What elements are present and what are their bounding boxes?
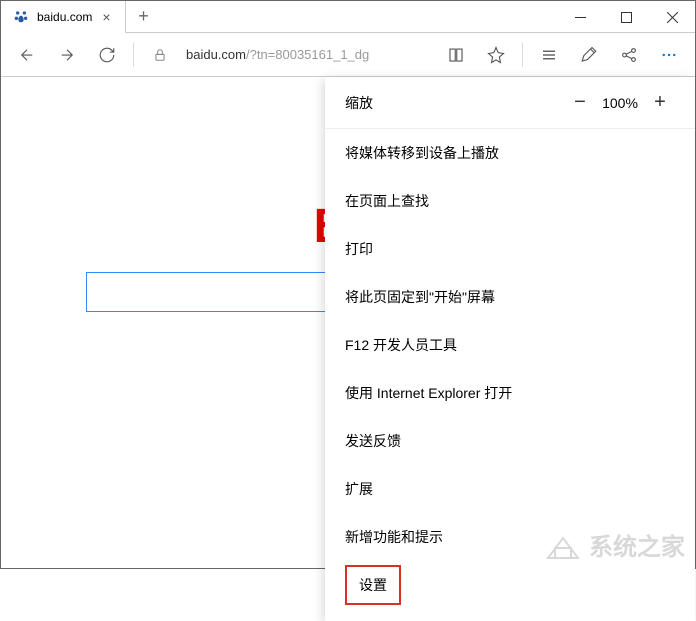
hub-button[interactable] (531, 37, 567, 73)
toolbar: baidu.com/?tn=80035161_1_dg (1, 33, 695, 77)
titlebar: baidu.com × + (1, 1, 695, 33)
window-controls (557, 1, 695, 32)
share-button[interactable] (611, 37, 647, 73)
close-window-button[interactable] (649, 1, 695, 33)
tab-close-button[interactable]: × (100, 9, 112, 25)
new-tab-button[interactable]: + (126, 1, 162, 32)
menu-pin-to-start[interactable]: 将此页固定到"开始"屏幕 (325, 273, 695, 321)
menu-whats-new[interactable]: 新增功能和提示 (325, 513, 695, 561)
menu-cast-media[interactable]: 将媒体转移到设备上播放 (325, 129, 695, 177)
favorites-button[interactable] (478, 37, 514, 73)
forward-button[interactable] (49, 37, 85, 73)
back-button[interactable] (9, 37, 45, 73)
more-menu: 缩放 − 100% + 将媒体转移到设备上播放 在页面上查找 打印 将此页固定到… (325, 77, 695, 621)
zoom-row: 缩放 − 100% + (325, 77, 695, 129)
address-bar[interactable]: baidu.com/?tn=80035161_1_dg (182, 39, 434, 71)
menu-dev-tools[interactable]: F12 开发人员工具 (325, 321, 695, 369)
tab-title: baidu.com (37, 10, 92, 24)
menu-find-on-page[interactable]: 在页面上查找 (325, 177, 695, 225)
zoom-in-button[interactable]: + (645, 91, 675, 114)
refresh-button[interactable] (89, 37, 125, 73)
baidu-favicon (13, 9, 29, 25)
menu-extensions[interactable]: 扩展 (325, 465, 695, 513)
menu-print[interactable]: 打印 (325, 225, 695, 273)
maximize-button[interactable] (603, 1, 649, 33)
zoom-label: 缩放 (345, 93, 565, 113)
url-text: baidu.com/?tn=80035161_1_dg (186, 47, 369, 62)
lock-icon[interactable] (142, 37, 178, 73)
browser-tab[interactable]: baidu.com × (1, 1, 126, 33)
zoom-out-button[interactable]: − (565, 91, 595, 114)
minimize-button[interactable] (557, 1, 603, 33)
menu-settings[interactable]: 设置 (345, 565, 401, 605)
menu-open-ie[interactable]: 使用 Internet Explorer 打开 (325, 369, 695, 417)
zoom-value: 100% (595, 95, 645, 111)
menu-feedback[interactable]: 发送反馈 (325, 417, 695, 465)
more-button[interactable] (651, 37, 687, 73)
notes-button[interactable] (571, 37, 607, 73)
reading-view-button[interactable] (438, 37, 474, 73)
